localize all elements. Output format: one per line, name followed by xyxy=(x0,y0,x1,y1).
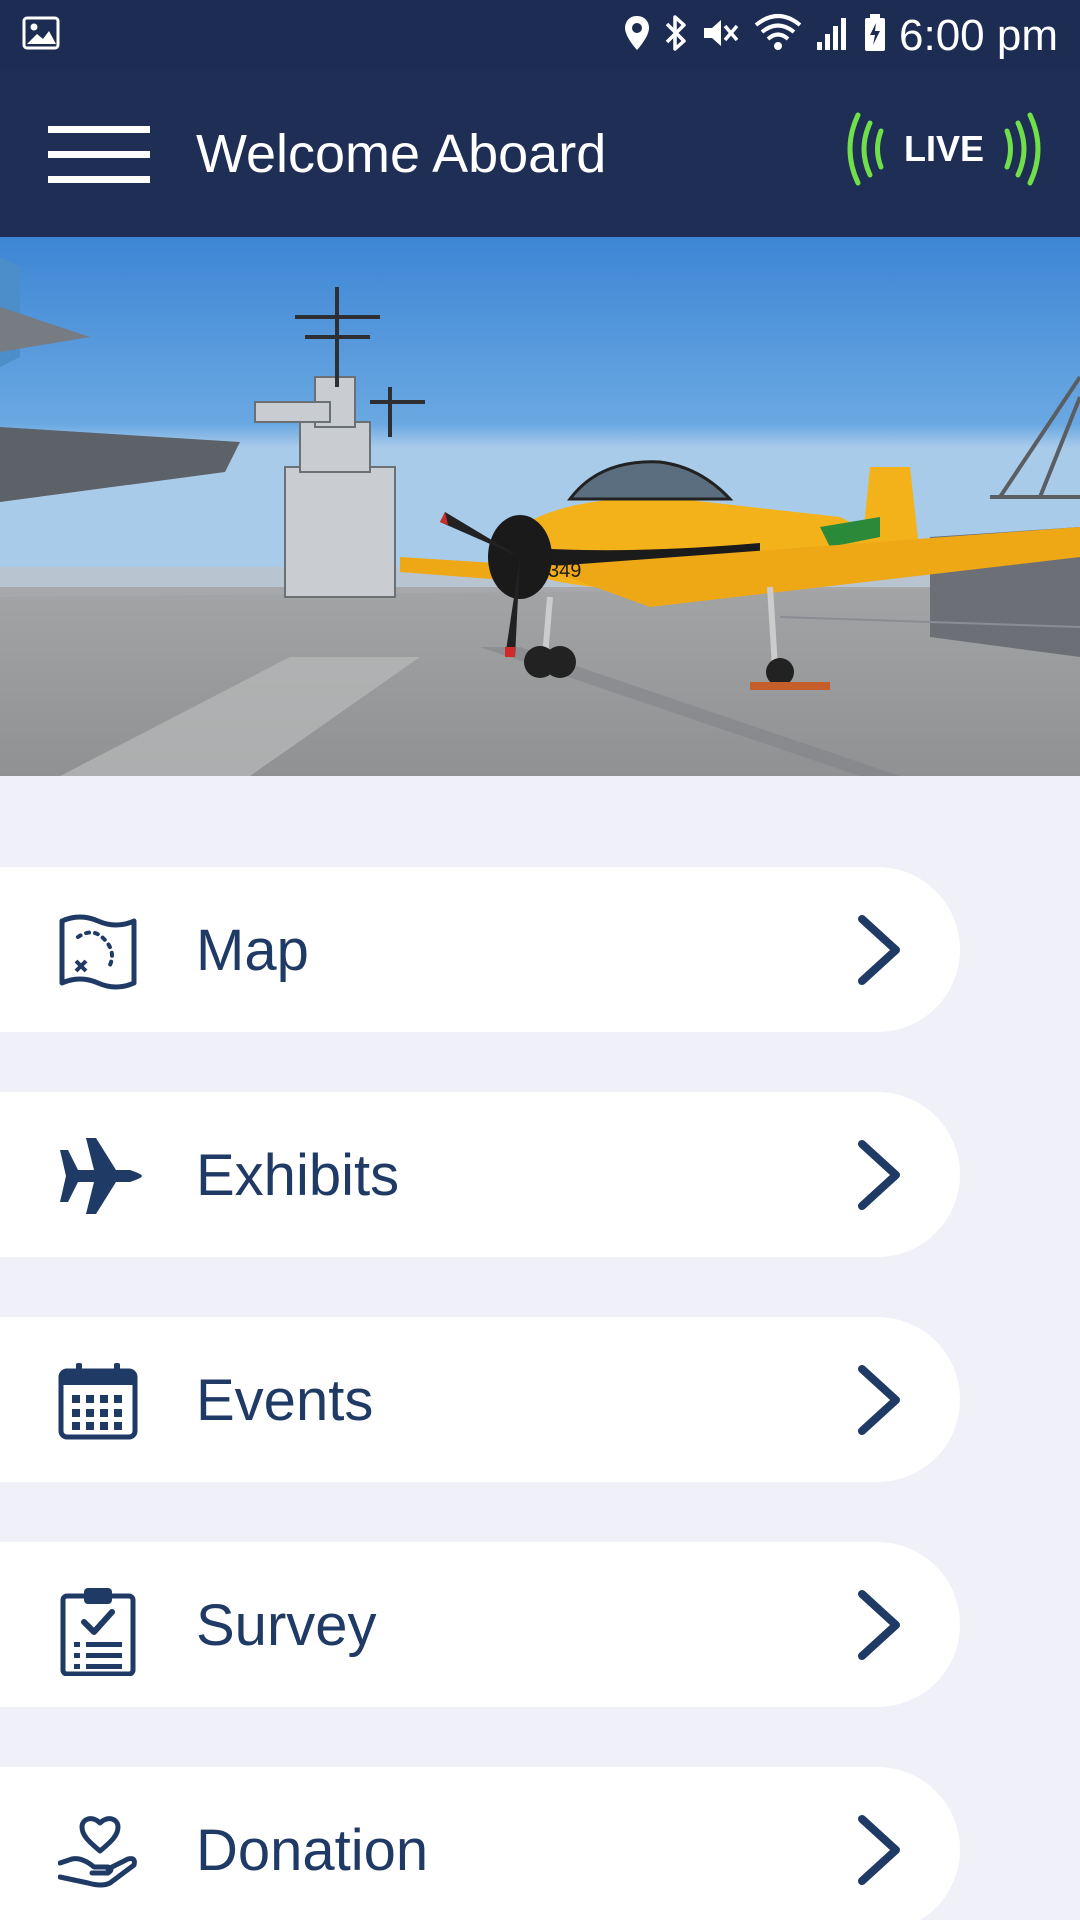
live-button[interactable]: LIVE xyxy=(846,109,1042,189)
hero-image: 349 xyxy=(0,237,1080,776)
menu-item-label: Map xyxy=(196,918,309,983)
status-time: 6:00 pm xyxy=(899,10,1058,60)
menu-item-survey[interactable]: Survey xyxy=(0,1542,960,1707)
calendar-icon xyxy=(58,1361,138,1441)
image-icon xyxy=(22,16,60,55)
hamburger-menu-icon[interactable] xyxy=(48,126,152,183)
menu-item-label: Donation xyxy=(196,1818,429,1883)
menu-item-donation[interactable]: Donation xyxy=(0,1767,960,1920)
vibrate-mute-icon xyxy=(701,14,741,57)
menu-item-label: Events xyxy=(196,1368,374,1433)
map-icon xyxy=(58,911,138,991)
battery-icon xyxy=(863,13,887,58)
chevron-right-icon xyxy=(852,1365,906,1435)
bluetooth-icon xyxy=(663,13,689,58)
live-label: LIVE xyxy=(904,128,984,169)
chevron-right-icon xyxy=(852,1140,906,1210)
airplane-icon xyxy=(58,1136,142,1216)
status-bar: 6:00 pm xyxy=(0,0,1080,71)
wifi-icon xyxy=(753,13,803,58)
chevron-right-icon xyxy=(852,1815,906,1885)
menu-item-events[interactable]: Events xyxy=(0,1317,960,1482)
page-title: Welcome Aboard xyxy=(196,124,607,184)
plane-marking: 349 xyxy=(548,560,581,582)
chevron-right-icon xyxy=(852,1590,906,1660)
signal-icon xyxy=(815,14,851,57)
menu-item-label: Survey xyxy=(196,1593,377,1658)
app-bar: Welcome Aboard LIVE xyxy=(0,71,1080,237)
menu-item-label: Exhibits xyxy=(196,1143,400,1208)
chevron-right-icon xyxy=(852,915,906,985)
location-icon xyxy=(623,14,651,57)
heart-hand-icon xyxy=(57,1811,138,1891)
menu-item-map[interactable]: Map xyxy=(0,867,960,1032)
menu-item-exhibits[interactable]: Exhibits xyxy=(0,1092,960,1257)
clipboard-icon xyxy=(58,1586,138,1677)
